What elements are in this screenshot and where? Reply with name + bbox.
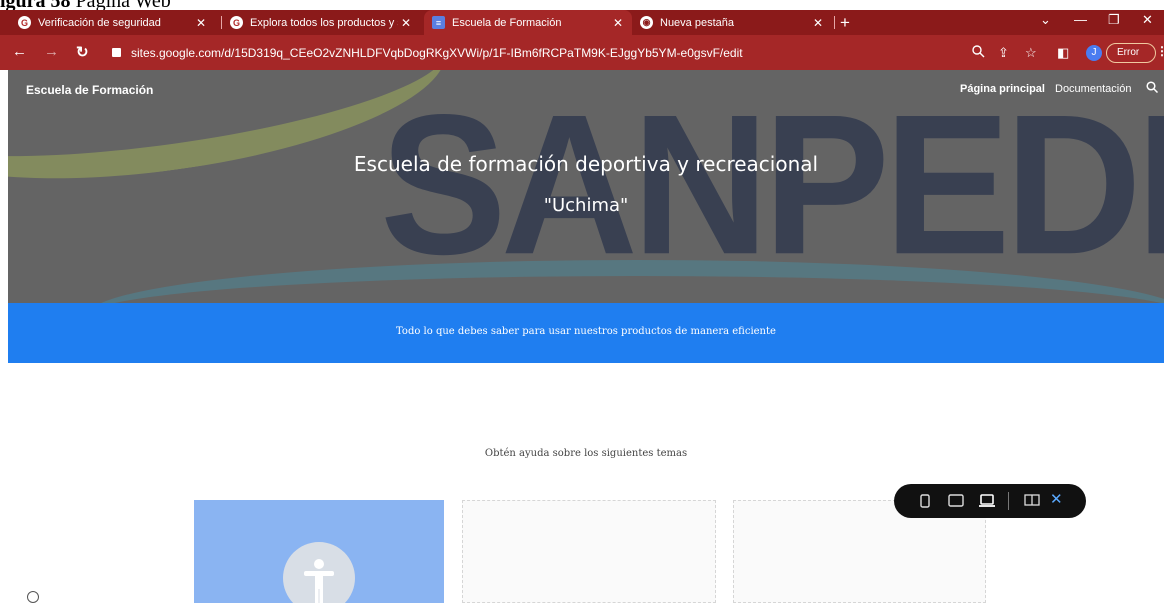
new-tab-button[interactable]: + (840, 13, 850, 33)
caption-label: igura 58 (0, 0, 71, 10)
nav-docs[interactable]: Documentación (1055, 83, 1131, 95)
error-button[interactable]: Error (1106, 43, 1156, 63)
tab-title: Nueva pestaña (660, 16, 734, 29)
zoom-icon[interactable] (972, 45, 985, 61)
accessibility-icon (283, 542, 355, 603)
profile-avatar[interactable]: J (1086, 45, 1102, 61)
google-favicon-icon: G (230, 16, 243, 29)
hero-subtitle: "Uchima" (543, 195, 629, 216)
tab-close-icon[interactable]: ✕ (610, 16, 626, 30)
sidepanel-icon[interactable]: ◧ (1057, 45, 1069, 61)
tab-strip: G Verificación de seguridad ✕ G Explora … (0, 10, 1164, 35)
lock-icon (112, 48, 121, 57)
band-text: Todo lo que debes saber para usar nuestr… (396, 326, 776, 337)
google-favicon-icon: G (18, 16, 31, 29)
hero-title: Escuela de formación deportiva y recreac… (353, 152, 819, 176)
toolbar-divider (1008, 492, 1009, 510)
tablet-preview-icon[interactable] (948, 494, 964, 507)
tab-title: Explora todos los productos y se (250, 16, 398, 29)
tab-title: Escuela de Formación (452, 16, 562, 29)
help-heading: Obtén ayuda sobre los siguientes temas (484, 448, 688, 459)
topic-card-accessibility[interactable] (194, 500, 444, 603)
info-band: Todo lo que debes saber para usar nuestr… (8, 303, 1164, 363)
reload-icon[interactable]: ↻ (76, 43, 89, 61)
url-text: sites.google.com/d/15D319q_CEeO2vZNHLDFV… (131, 45, 743, 60)
tab-close-icon[interactable]: ✕ (398, 16, 414, 30)
hero-banner: SANPEDRO Escuela de Formación Página pri… (8, 70, 1164, 303)
address-bar[interactable]: sites.google.com/d/15D319q_CEeO2vZNHLDFV… (106, 39, 968, 66)
share-icon[interactable]: ⇪ (998, 45, 1009, 61)
tab-close-icon[interactable]: ✕ (193, 16, 209, 30)
search-icon[interactable] (1146, 81, 1158, 93)
browser-toolbar: ← → ↻ sites.google.com/d/15D319q_CEeO2vZ… (0, 35, 1164, 70)
phone-preview-icon[interactable] (920, 494, 930, 508)
preview-device-toolbar: ✕ (894, 484, 1086, 518)
forward-arrow-icon[interactable]: → (44, 43, 59, 60)
close-icon[interactable]: ✕ (1050, 490, 1063, 508)
tab-close-icon[interactable]: ✕ (810, 16, 826, 30)
tab-verificacion[interactable]: G Verificación de seguridad ✕ (10, 10, 215, 35)
chrome-favicon-icon: ◉ (640, 16, 653, 29)
tab-search-chevron-icon[interactable]: ⌄ (1040, 12, 1051, 28)
site-page: SANPEDRO Escuela de Formación Página pri… (8, 70, 1164, 603)
tab-title: Verificación de seguridad (38, 16, 161, 29)
site-brand[interactable]: Escuela de Formación (26, 83, 153, 97)
laptop-preview-icon[interactable] (978, 494, 996, 508)
feedback-icon[interactable] (1024, 494, 1040, 508)
minimize-button[interactable]: — (1074, 12, 1087, 27)
tab-explora[interactable]: G Explora todos los productos y se ✕ (222, 10, 420, 35)
document-caption: igura 58 Página Web (0, 0, 400, 10)
restore-button[interactable]: ❐ (1108, 12, 1120, 28)
star-icon[interactable]: ☆ (1025, 45, 1037, 61)
back-arrow-icon[interactable]: ← (12, 43, 27, 60)
tab-separator (834, 16, 835, 29)
nav-home[interactable]: Página principal (960, 83, 1045, 95)
info-icon[interactable] (27, 591, 39, 603)
caption-text: Página Web (71, 0, 171, 10)
hero-overlay (8, 70, 1164, 303)
sites-favicon-icon: ≡ (432, 16, 445, 29)
menu-kebab-icon[interactable]: ⋮ (1156, 44, 1164, 58)
tab-escuela[interactable]: ≡ Escuela de Formación ✕ (424, 10, 632, 35)
topic-card-placeholder[interactable] (462, 500, 716, 603)
window-close-button[interactable]: ✕ (1142, 12, 1153, 28)
tab-nueva[interactable]: ◉ Nueva pestaña ✕ (632, 10, 832, 35)
